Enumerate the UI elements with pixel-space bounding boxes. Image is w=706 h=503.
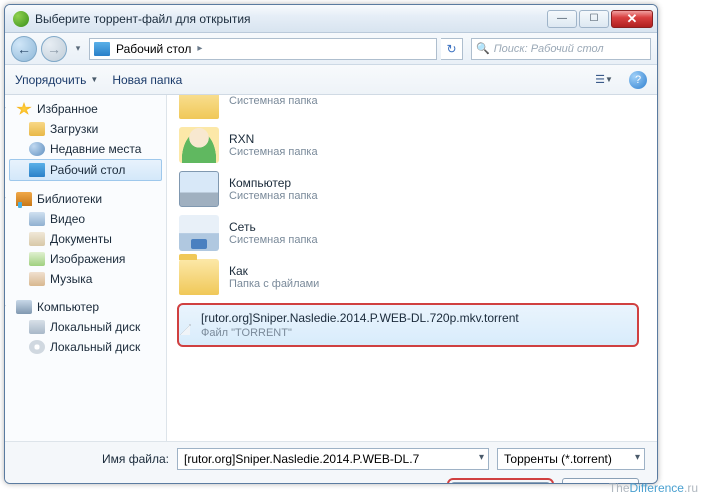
sidebar-item-desktop[interactable]: Рабочий стол — [9, 159, 162, 181]
organize-menu[interactable]: Упорядочить▼ — [15, 73, 98, 87]
selected-file-name: [rutor.org]Sniper.Nasledie.2014.P.WEB-DL… — [201, 311, 519, 327]
sidebar-item-localdisk-1[interactable]: Локальный диск — [5, 317, 166, 337]
images-icon — [29, 252, 45, 266]
filename-label: Имя файла: — [17, 452, 169, 466]
sidebar-item-video[interactable]: Видео — [5, 209, 166, 229]
open-button-highlight: Открыть ▼ — [447, 478, 554, 484]
video-icon — [29, 212, 45, 226]
open-split-button[interactable]: ▼ — [532, 482, 550, 484]
minimize-button[interactable]: — — [547, 10, 577, 28]
list-item[interactable]: КакПапка с файлами — [167, 255, 657, 299]
disk-icon — [29, 320, 45, 334]
search-icon: 🔍 — [476, 42, 490, 55]
chevron-right-icon: ▸ — [197, 43, 202, 54]
chevron-down-icon: ▾ — [5, 104, 11, 115]
new-folder-button[interactable]: Новая папка — [112, 73, 182, 87]
help-button[interactable]: ? — [629, 71, 647, 89]
address-bar[interactable]: Рабочий стол ▸ — [89, 38, 437, 60]
close-button[interactable]: ✕ — [611, 10, 653, 28]
sidebar-item-recent[interactable]: Недавние места — [5, 139, 166, 159]
maximize-button[interactable]: ☐ — [579, 10, 609, 28]
computer-icon — [16, 300, 32, 314]
view-options-button[interactable]: ☰ ▼ — [593, 71, 615, 89]
recent-icon — [29, 142, 45, 156]
network-icon — [179, 215, 219, 251]
user-folder-icon — [179, 127, 219, 163]
sidebar-item-images[interactable]: Изображения — [5, 249, 166, 269]
dialog-footer: Имя файла: [rutor.org]Sniper.Nasledie.20… — [5, 441, 657, 484]
sidebar-item-downloads[interactable]: Загрузки — [5, 119, 166, 139]
star-icon — [16, 102, 32, 116]
watermark: TheDifference.ru — [609, 481, 698, 495]
list-item-selected[interactable]: [rutor.org]Sniper.Nasledie.2014.P.WEB-DL… — [177, 303, 639, 347]
list-item[interactable]: Системная папка — [167, 95, 657, 123]
refresh-button[interactable]: ↻ — [441, 38, 463, 60]
chevron-down-icon: ▾ — [5, 302, 11, 313]
desktop-icon — [94, 42, 110, 56]
navigation-bar: ← → ▾ Рабочий стол ▸ ↻ 🔍 Поиск: Рабочий … — [5, 33, 657, 65]
search-placeholder: Поиск: Рабочий стол — [494, 43, 604, 55]
sidebar-item-localdisk-2[interactable]: Локальный диск — [5, 337, 166, 357]
file-icon — [189, 324, 191, 326]
folder-icon — [179, 95, 219, 119]
selected-file-type: Файл "TORRENT" — [201, 327, 519, 339]
computer-group[interactable]: ▾ Компьютер — [5, 297, 166, 317]
sidebar-item-documents[interactable]: Документы — [5, 229, 166, 249]
navigation-pane: ▾ Избранное Загрузки Недавние места Рабо… — [5, 95, 167, 441]
cd-icon — [29, 340, 45, 354]
documents-icon — [29, 232, 45, 246]
sidebar-item-music[interactable]: Музыка — [5, 269, 166, 289]
libraries-icon — [16, 192, 32, 206]
open-button[interactable]: Открыть — [451, 482, 532, 484]
chevron-down-icon: ▾ — [5, 194, 11, 205]
forward-button[interactable]: → — [41, 36, 67, 62]
location-text: Рабочий стол — [116, 42, 191, 56]
filetype-filter[interactable]: Торренты (*.torrent) — [497, 448, 645, 470]
back-button[interactable]: ← — [11, 36, 37, 62]
utorrent-icon — [13, 11, 29, 27]
list-item[interactable]: КомпьютерСистемная папка — [167, 167, 657, 211]
file-list: Системная папка RXNСистемная папка Компь… — [167, 95, 657, 441]
open-file-dialog: Выберите торрент-файл для открытия — ☐ ✕… — [4, 4, 658, 484]
favorites-group[interactable]: ▾ Избранное — [5, 99, 166, 119]
music-icon — [29, 272, 45, 286]
list-item[interactable]: СетьСистемная папка — [167, 211, 657, 255]
libraries-group[interactable]: ▾ Библиотеки — [5, 189, 166, 209]
list-item[interactable]: RXNСистемная папка — [167, 123, 657, 167]
history-dropdown[interactable]: ▾ — [71, 39, 85, 59]
filename-input[interactable]: [rutor.org]Sniper.Nasledie.2014.P.WEB-DL… — [177, 448, 489, 470]
computer-icon — [179, 171, 219, 207]
titlebar: Выберите торрент-файл для открытия — ☐ ✕ — [5, 5, 657, 33]
folder-icon — [179, 259, 219, 295]
downloads-icon — [29, 122, 45, 136]
toolbar: Упорядочить▼ Новая папка ☰ ▼ ? — [5, 65, 657, 95]
search-input[interactable]: 🔍 Поиск: Рабочий стол — [471, 38, 651, 60]
desktop-icon — [29, 163, 45, 177]
window-title: Выберите торрент-файл для открытия — [35, 12, 547, 26]
